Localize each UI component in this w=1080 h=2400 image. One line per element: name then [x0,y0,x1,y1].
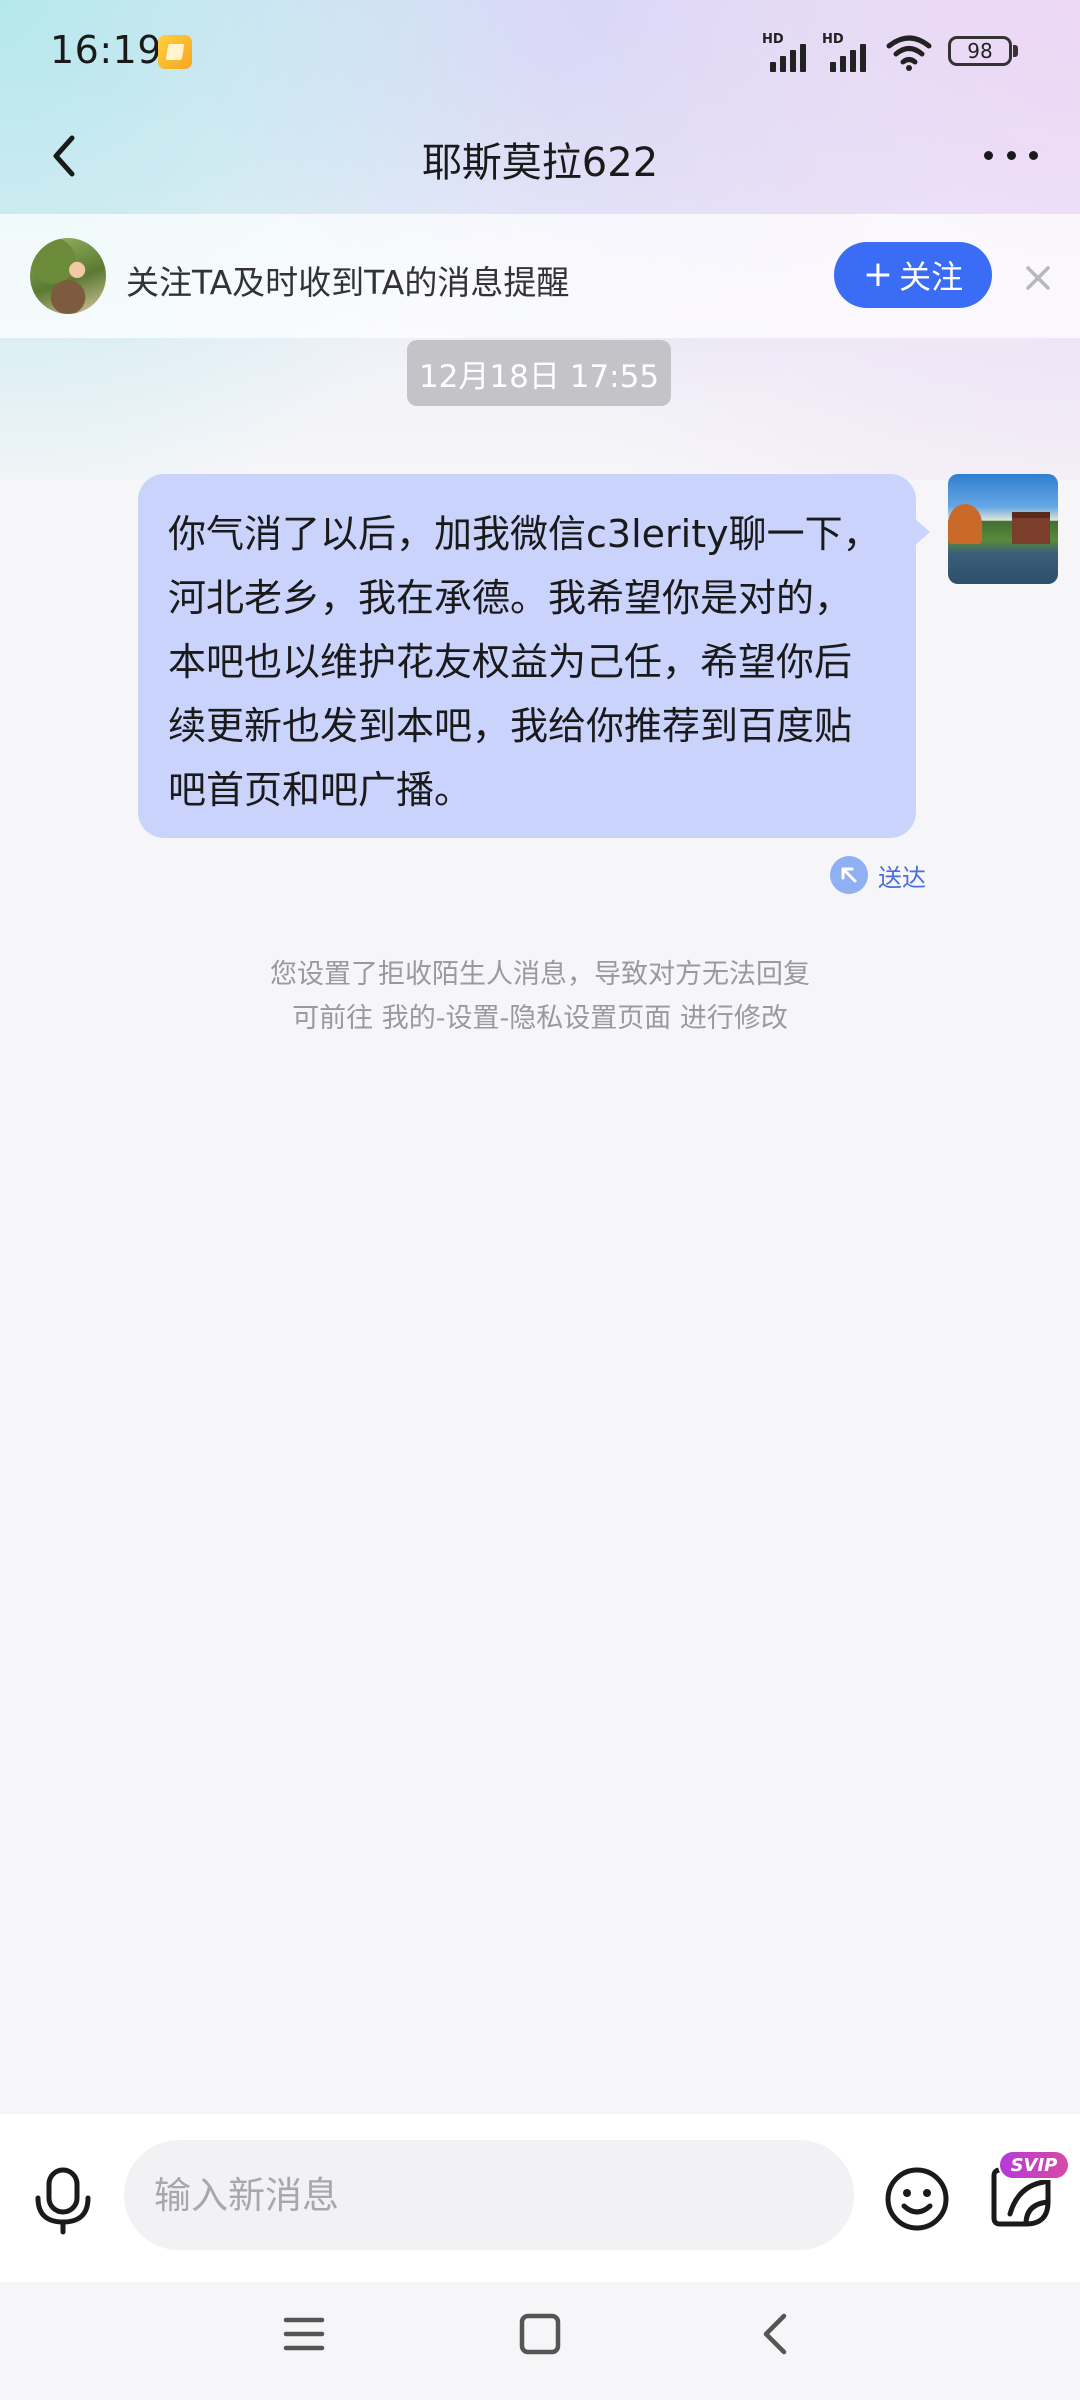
follow-banner: 关注TA及时收到TA的消息提醒 + 关注 [0,214,1080,338]
close-icon[interactable] [1018,258,1058,298]
emoji-icon[interactable] [884,2166,950,2232]
svip-badge: SVIP [998,2150,1070,2180]
privacy-notice-line-2: 可前往 我的-设置-隐私设置页面 进行修改 [292,1003,788,1034]
title-bar: 耶斯莫拉622 [0,110,1080,200]
cellular-signal-icon-2: HD [822,32,874,72]
contact-avatar[interactable] [30,238,106,314]
delivery-status: 送达 [830,856,926,894]
back-icon[interactable] [754,2312,798,2356]
privacy-notice-line-1: 您设置了拒收陌生人消息，导致对方无法回复 [270,959,810,990]
home-icon[interactable] [518,2312,562,2356]
chat-screen: 16:19 HD HD 98 耶斯莫拉622 关注TA及时收到TA的消息提醒 +… [0,0,1080,2400]
menu-icon[interactable] [282,2312,326,2356]
message-date-chip: 12月18日 17:55 [407,340,671,406]
message-input-bar [0,2114,1080,2282]
follow-prompt-text: 关注TA及时收到TA的消息提醒 [126,263,570,302]
battery-level: 98 [948,36,1012,66]
follow-button[interactable]: + 关注 [834,242,992,308]
message-input[interactable] [124,2140,854,2250]
plus-icon: + [862,254,894,295]
self-avatar[interactable] [948,474,1058,584]
battery-indicator: 98 [948,36,1020,66]
chat-title: 耶斯莫拉622 [421,140,659,186]
delivery-status-text: 送达 [878,863,926,892]
system-navigation-bar [0,2282,1080,2400]
delivered-arrow-icon [830,856,868,894]
follow-button-label: 关注 [899,258,964,296]
microphone-icon[interactable] [30,2164,96,2236]
notification-app-icon [158,35,192,69]
status-bar: 16:19 HD HD 98 [0,0,1080,100]
status-time: 16:19 [50,28,163,72]
sent-message-bubble[interactable]: 你气消了以后，加我微信c3lerity聊一下，河北老乡，我在承德。我希望你是对的… [138,474,930,838]
wifi-icon [886,35,932,71]
more-horizontal-icon[interactable] [978,132,1044,178]
cellular-signal-icon: HD [762,32,814,72]
